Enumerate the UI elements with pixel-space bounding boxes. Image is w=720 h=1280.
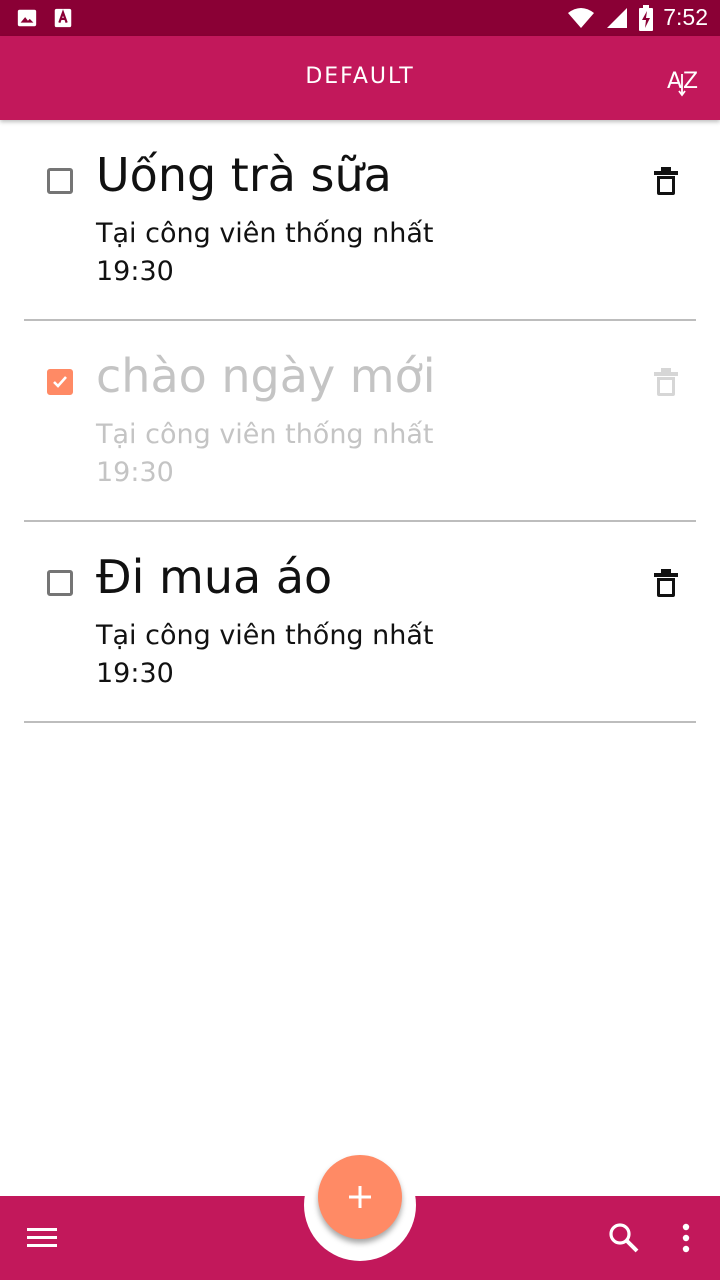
todo-time: 19:30 [96,457,174,488]
sort-az-icon[interactable]: A Z [666,60,704,98]
page-title: DEFAULT [305,64,415,89]
todo-title: Uống trà sữa [96,148,392,202]
divider [24,721,696,723]
list-item[interactable]: Đi mua áo Tại công viên thống nhất 19:30 [0,522,720,723]
checkbox[interactable] [47,570,73,596]
text-a-icon [54,8,72,28]
todo-place: Tại công viên thống nhất [96,620,434,651]
list-item[interactable]: chào ngày mới Tại công viên thống nhất 1… [0,321,720,522]
todo-time: 19:30 [96,658,174,689]
todo-title: Đi mua áo [96,550,333,604]
search-icon[interactable] [606,1220,642,1256]
list-item[interactable]: Uống trà sữa Tại công viên thống nhất 19… [0,120,720,321]
delete-icon[interactable] [652,367,680,397]
todo-title: chào ngày mới [96,349,436,403]
checkbox[interactable] [47,168,73,194]
svg-text:Z: Z [683,69,698,94]
status-bar: 7:52 [0,0,720,36]
image-icon [17,9,37,27]
todo-list: Uống trà sữa Tại công viên thống nhất 19… [0,120,720,723]
status-time: 7:52 [663,4,708,30]
svg-text:A: A [667,69,682,94]
add-button[interactable] [318,1155,402,1239]
battery-charging-icon [639,4,654,31]
check-icon [53,376,67,388]
todo-place: Tại công viên thống nhất [96,218,434,249]
delete-icon[interactable] [652,166,680,196]
checkbox-checked[interactable] [47,369,73,395]
add-icon [349,1186,371,1208]
more-vert-icon[interactable] [674,1220,698,1256]
todo-time: 19:30 [96,256,174,287]
signal-icon [607,7,628,28]
app-bar: DEFAULT A Z [0,36,720,120]
wifi-icon [568,7,595,28]
delete-icon[interactable] [652,568,680,598]
todo-place: Tại công viên thống nhất [96,419,434,450]
menu-icon[interactable] [24,1222,60,1254]
